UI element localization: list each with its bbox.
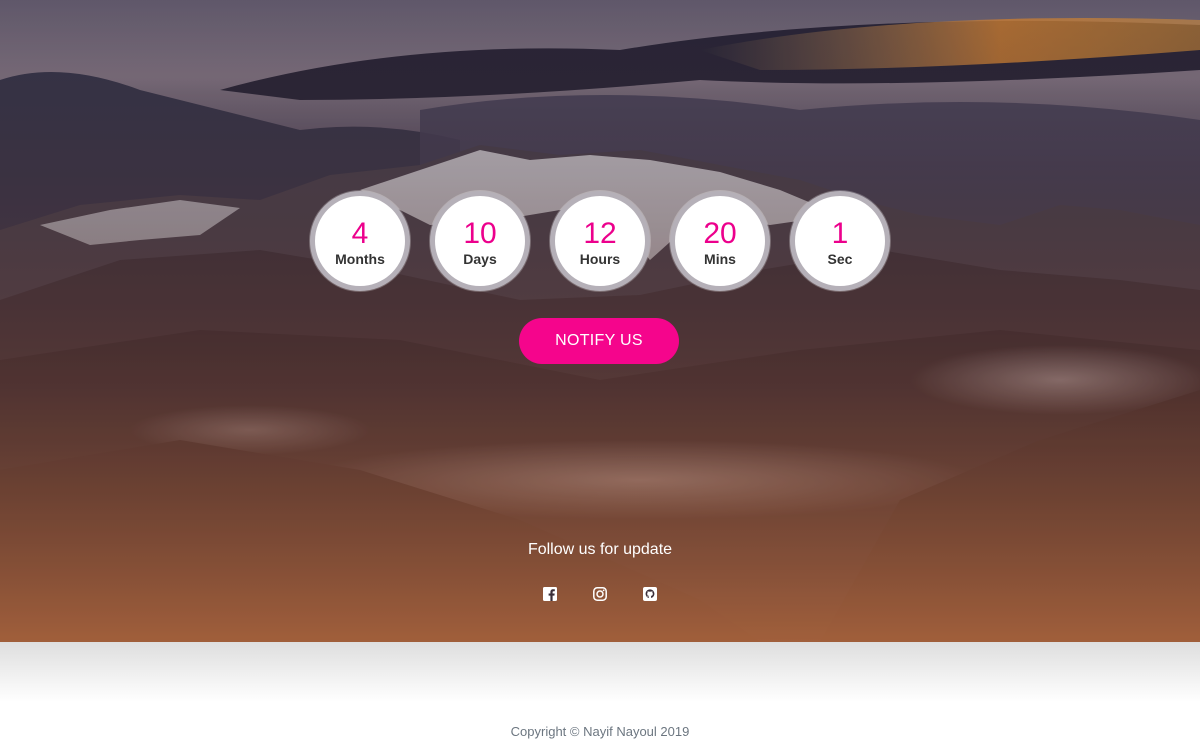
countdown-label: Hours [579,251,621,267]
countdown-value: 12 [583,217,617,250]
countdown-value: 4 [351,217,369,250]
countdown-value: 20 [703,217,737,250]
instagram-icon[interactable] [592,586,608,602]
section-shadow [0,642,1200,702]
countdown-value: 10 [463,217,497,250]
github-icon[interactable] [642,586,658,602]
countdown-value: 1 [831,217,849,250]
notify-us-button[interactable]: NOTIFY US [519,318,679,364]
countdown-months: 4 Months [310,191,410,291]
countdown-hours: 12 Hours [550,191,650,291]
facebook-icon[interactable] [542,586,558,602]
countdown-label: Months [335,251,385,267]
countdown-secs: 1 Sec [790,191,890,291]
countdown-label: Sec [827,251,853,267]
countdown: 4 Months 10 Days 12 Hours 20 Mins 1 Sec [0,191,1200,291]
countdown-label: Days [463,251,497,267]
countdown-mins: 20 Mins [670,191,770,291]
follow-text: Follow us for update [527,541,673,558]
footer-copyright: Copyright © Nayif Nayoul 2019 [510,724,690,739]
hero-section: 4 Months 10 Days 12 Hours 20 Mins 1 Sec … [0,0,1200,642]
social-links [0,586,1200,602]
countdown-days: 10 Days [430,191,530,291]
countdown-label: Mins [704,251,736,267]
